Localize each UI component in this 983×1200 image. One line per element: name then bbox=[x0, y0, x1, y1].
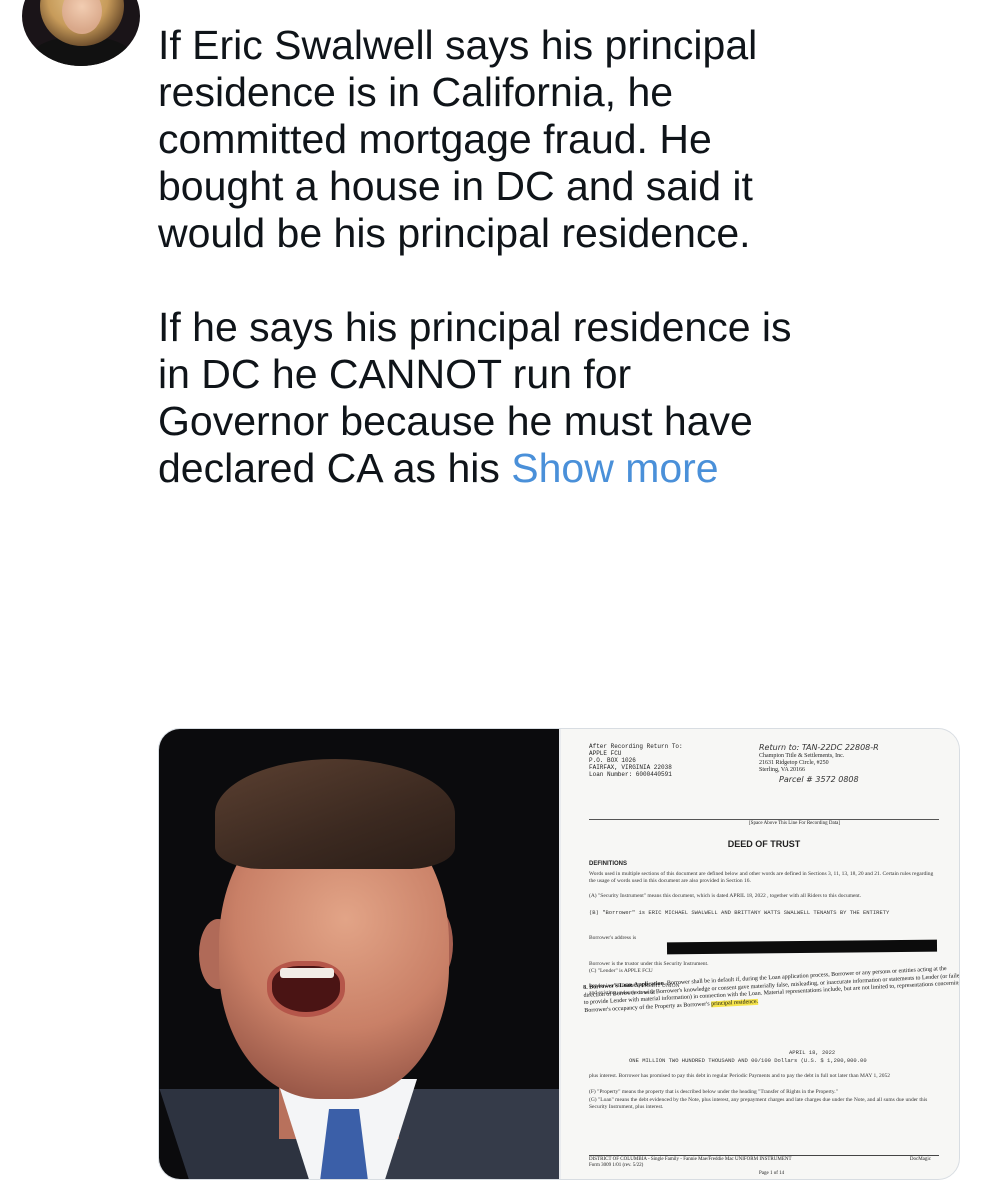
tweet-media[interactable]: After Recording Return To: APPLE FCU P.O… bbox=[158, 728, 960, 1180]
return-address-line: After Recording Return To: bbox=[589, 743, 683, 750]
security-instrument-definition: (A) "Security Instrument" means this doc… bbox=[589, 893, 862, 899]
tweet-body: If Eric Swalwell says his principal resi… bbox=[158, 22, 968, 492]
return-address-block: After Recording Return To: APPLE FCU P.O… bbox=[589, 743, 739, 778]
definitions-heading: DEFINITIONS bbox=[589, 861, 628, 867]
borrower-definition: (B) "Borrower" is ERIC MICHAEL SWALWELL … bbox=[589, 909, 890, 916]
title-company-block: Return to: TAN-22DC 22808-R Champion Tit… bbox=[759, 743, 949, 786]
footer-form: Form 3009 1/01 (rev. 5/22) bbox=[589, 1163, 644, 1168]
note-date: APRIL 18, 2022 bbox=[789, 1049, 836, 1056]
definitions-intro: Words used in multiple sections of this … bbox=[589, 871, 934, 884]
author-avatar[interactable] bbox=[22, 0, 140, 66]
politician-photo[interactable] bbox=[159, 729, 559, 1179]
tweet-paragraph-1: If Eric Swalwell says his principal resi… bbox=[158, 22, 758, 256]
deed-of-trust-image[interactable]: After Recording Return To: APPLE FCU P.O… bbox=[561, 729, 959, 1179]
recording-divider bbox=[589, 819, 939, 820]
title-company-line: Sterling, VA 20166 bbox=[759, 767, 805, 773]
footer-divider bbox=[589, 1155, 939, 1156]
redacted-address bbox=[666, 939, 938, 955]
interest-line: plus interest. Borrower has promised to … bbox=[589, 1073, 890, 1079]
photo-hair bbox=[215, 759, 455, 869]
highlighted-principal-residence: principal residence. bbox=[710, 998, 759, 1007]
return-address-line: FAIRFAX, VIRGINIA 22038 bbox=[589, 764, 672, 771]
show-more-link[interactable]: Show more bbox=[511, 445, 718, 491]
property-definition: (F) "Property" means the property that i… bbox=[589, 1089, 838, 1095]
handwritten-return-to: Return to: TAN-22DC 22808-R bbox=[759, 743, 879, 752]
return-address-line: P.O. BOX 1026 bbox=[589, 757, 636, 764]
recording-caption: [Space Above This Line For Recording Dat… bbox=[749, 821, 840, 826]
trustor-line: Borrower is the trustor under this Secur… bbox=[589, 961, 709, 967]
title-company-line: Champion Title & Settlements, Inc. bbox=[759, 753, 845, 759]
author-name-cropped[interactable] bbox=[158, 0, 658, 6]
title-company-line: 21631 Ridgetop Circle, #250 bbox=[759, 760, 829, 766]
document-footer: DISTRICT OF COLUMBIA - Single Family - F… bbox=[589, 1157, 939, 1169]
page-number: Page 1 of 14 bbox=[759, 1171, 785, 1176]
loan-amount: ONE MILLION TWO HUNDRED THOUSAND AND 00/… bbox=[629, 1057, 867, 1064]
photo-teeth bbox=[280, 968, 334, 978]
document-title: DEED OF TRUST bbox=[727, 839, 801, 849]
docmagic-logo: DocMagic bbox=[909, 1157, 931, 1162]
return-address-line: Loan Number: 6000440591 bbox=[589, 771, 672, 778]
loan-definition: (G) "Loan" means the debt evidenced by t… bbox=[589, 1097, 928, 1110]
return-address-line: APPLE FCU bbox=[589, 750, 622, 757]
handwritten-parcel: Parcel # 3572 0808 bbox=[779, 775, 859, 784]
photo-mouth bbox=[267, 961, 345, 1017]
